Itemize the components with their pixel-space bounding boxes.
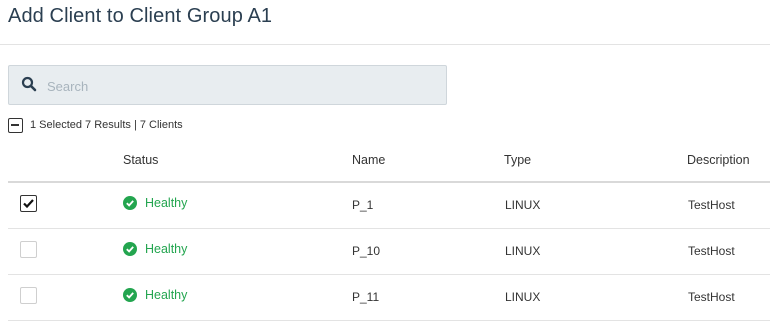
status-cell: Healthy	[123, 242, 187, 256]
row-checkbox[interactable]	[20, 241, 37, 258]
client-name: P_11	[352, 290, 380, 304]
client-name: P_1	[352, 198, 374, 212]
check-circle-icon	[123, 242, 137, 256]
table-row[interactable]: Healthy P_10 LINUX TestHost	[8, 229, 770, 275]
status-label: Healthy	[145, 242, 188, 256]
column-header-status[interactable]: Status	[123, 153, 158, 167]
client-description: TestHost	[688, 244, 735, 258]
column-header-description[interactable]: Description	[687, 153, 750, 167]
status-cell: Healthy	[123, 196, 187, 210]
row-checkbox[interactable]	[20, 195, 37, 212]
client-name: P_10	[352, 244, 381, 258]
table-row[interactable]: Healthy P_11 LINUX TestHost	[8, 275, 770, 321]
column-header-type[interactable]: Type	[504, 153, 531, 167]
status-label: Healthy	[145, 196, 188, 210]
status-cell: Healthy	[123, 288, 187, 302]
page-header: Add Client to Client Group A1	[0, 0, 770, 45]
selection-summary: 1 Selected 7 Results | 7 Clients	[8, 116, 183, 134]
check-circle-icon	[123, 288, 137, 302]
table-row[interactable]: Healthy P_1 LINUX TestHost	[8, 183, 770, 229]
client-type: LINUX	[505, 198, 541, 212]
search-icon	[21, 76, 37, 92]
client-description: TestHost	[688, 198, 735, 212]
search-input[interactable]	[47, 75, 437, 97]
check-circle-icon	[123, 196, 137, 210]
client-type: LINUX	[505, 244, 541, 258]
row-checkbox[interactable]	[20, 287, 37, 304]
page-title: Add Client to Client Group A1	[8, 5, 273, 27]
deselect-all-checkbox[interactable]	[8, 117, 23, 133]
checkmark-icon	[23, 199, 34, 209]
client-description: TestHost	[688, 290, 735, 304]
client-type: LINUX	[505, 290, 541, 304]
results-summary-text: 1 Selected 7 Results | 7 Clients	[30, 119, 183, 131]
status-label: Healthy	[145, 288, 188, 302]
column-header-name[interactable]: Name	[352, 153, 385, 167]
search-box[interactable]	[8, 65, 447, 105]
